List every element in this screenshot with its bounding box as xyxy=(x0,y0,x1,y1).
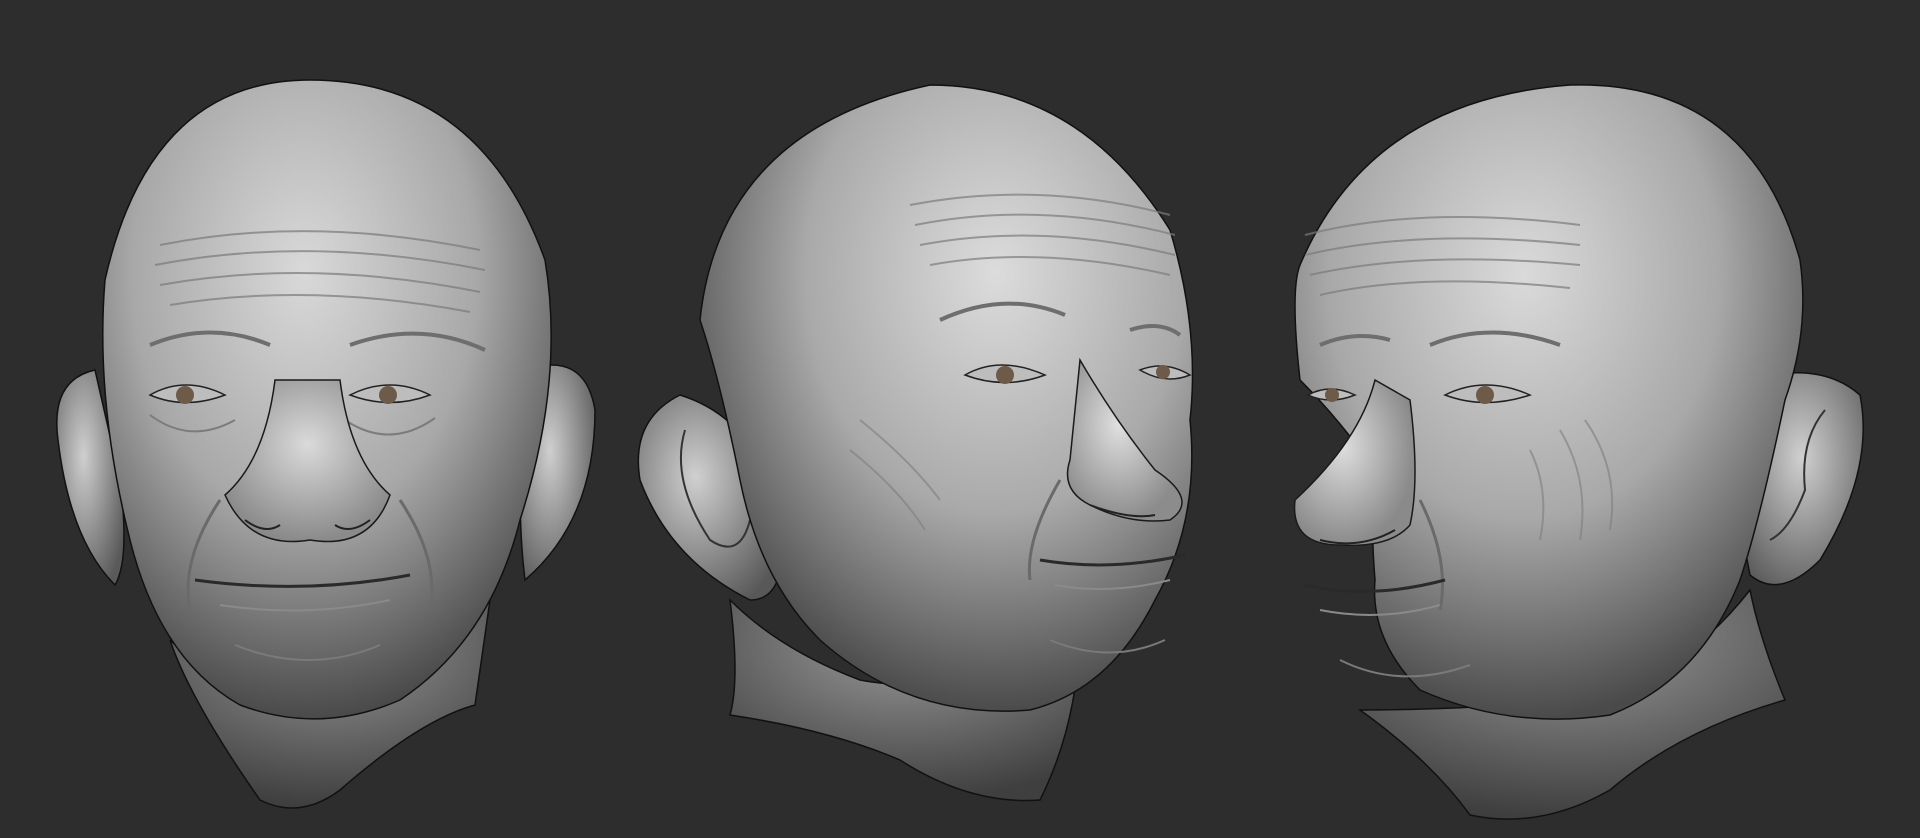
head-front-illustration xyxy=(56,79,596,809)
head-front-view xyxy=(20,0,620,838)
head-profile-illustration xyxy=(1293,84,1864,820)
head-three-quarter-illustration xyxy=(637,84,1194,802)
head-shape xyxy=(699,84,1194,712)
head-profile-view xyxy=(1280,0,1900,838)
sculpt-render-canvas xyxy=(0,0,1920,838)
head-three-quarter-view xyxy=(610,0,1230,838)
